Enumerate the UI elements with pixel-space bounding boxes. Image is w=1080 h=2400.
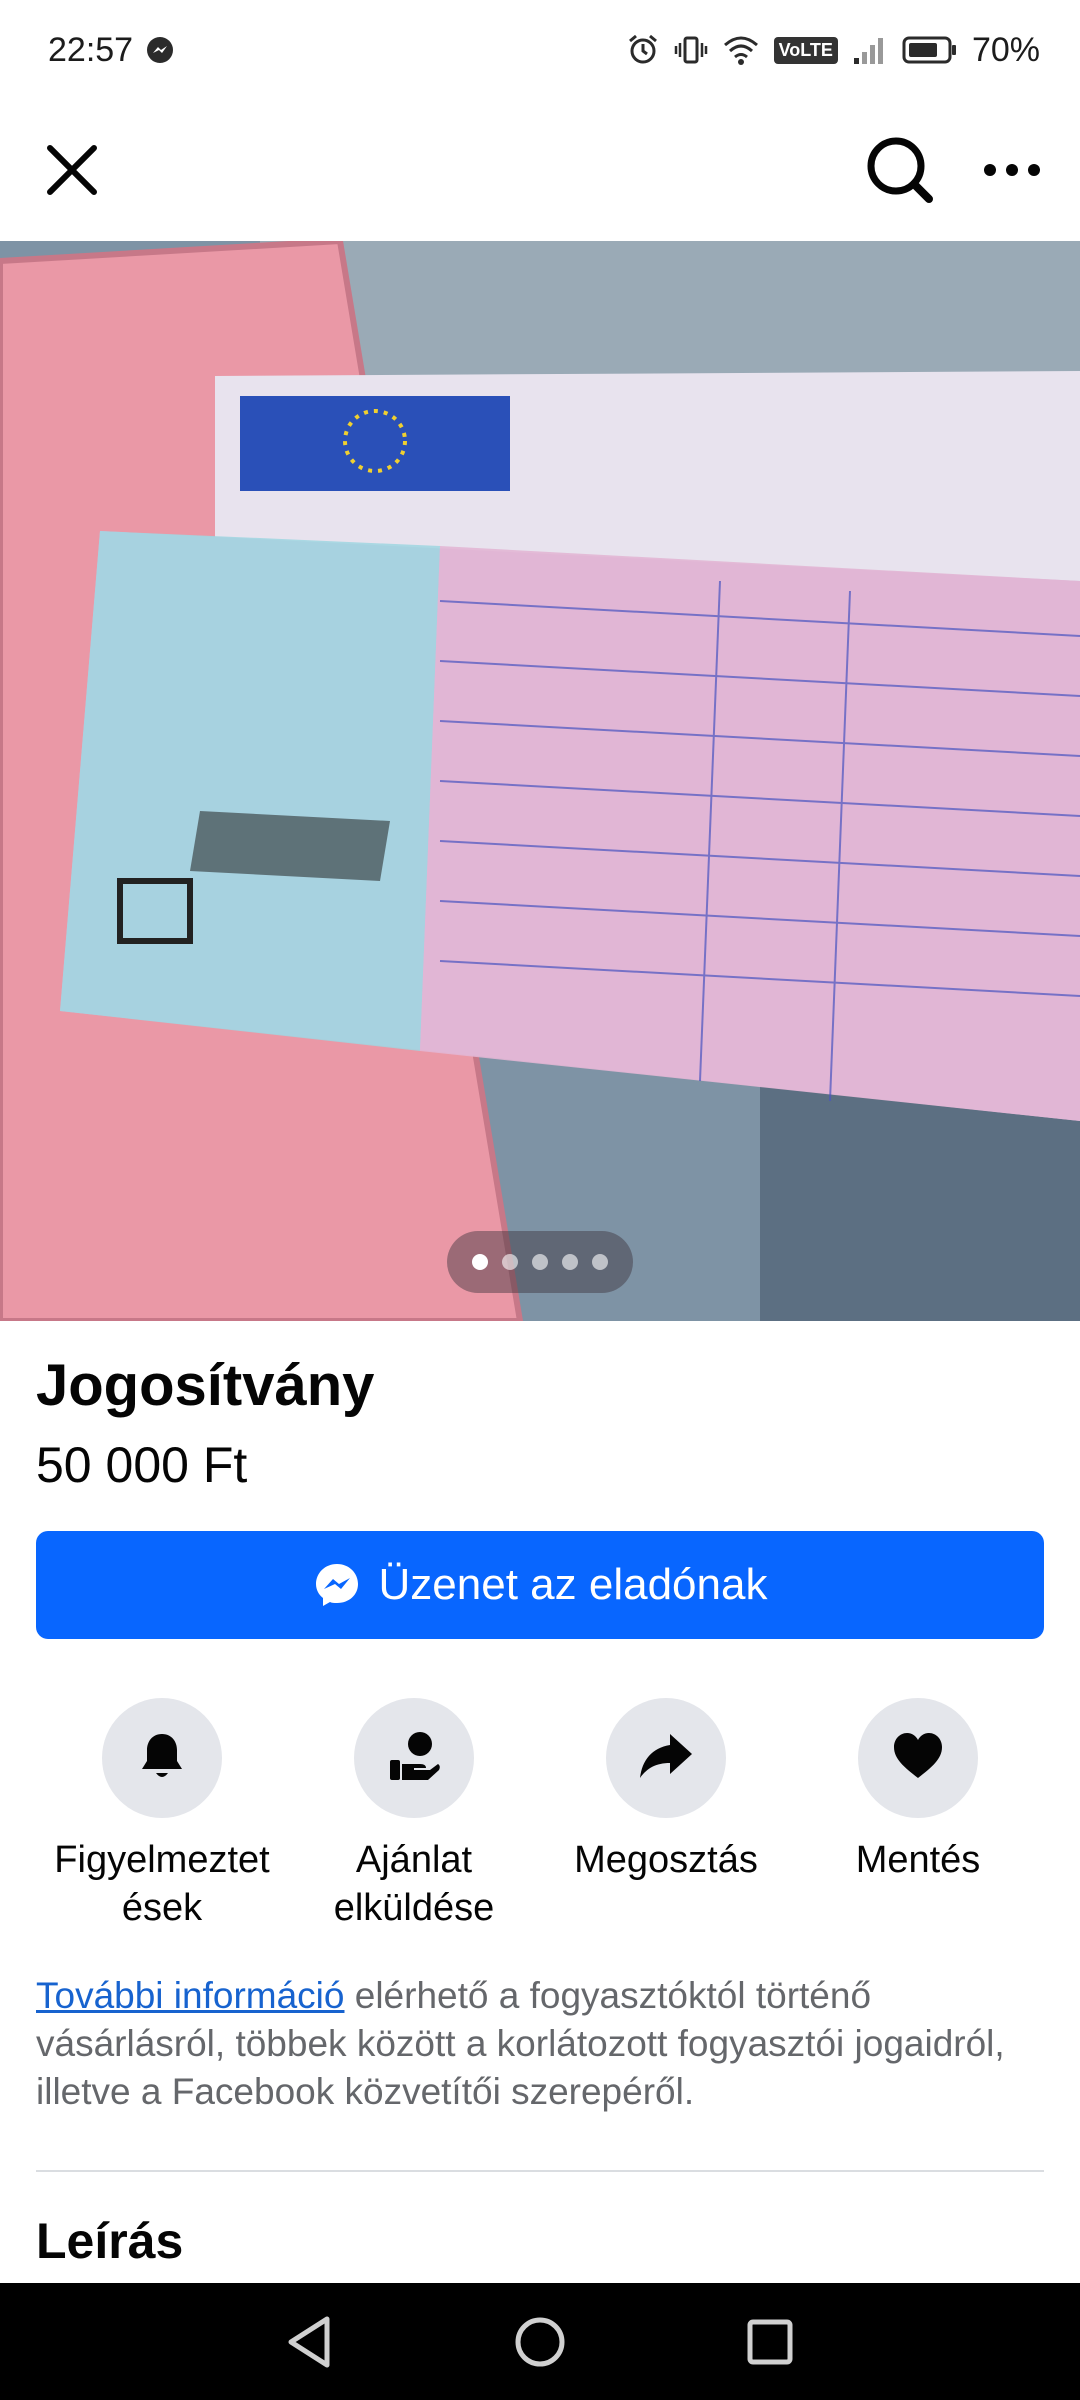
pager-dot: [472, 1254, 488, 1270]
action-icon-circle: [606, 1698, 726, 1818]
share-label: Megosztás: [574, 1839, 758, 1881]
message-seller-label: Üzenet az eladónak: [378, 1560, 768, 1609]
messenger-icon: [313, 1561, 361, 1609]
action-icon-circle: [858, 1698, 978, 1818]
top-nav: [0, 100, 1080, 240]
more-info-link[interactable]: További információ: [36, 1975, 344, 2016]
messenger-icon: [145, 35, 175, 65]
pager-dot: [562, 1254, 578, 1270]
send-offer-button[interactable]: Ajánlat elküldése: [288, 1698, 540, 1932]
heart-icon: [890, 1728, 946, 1789]
vibrate-icon: [674, 33, 708, 67]
volte-badge: VoLTE: [773, 36, 838, 64]
battery-percent: 70%: [971, 30, 1040, 69]
status-left: 22:57: [48, 31, 175, 70]
send-offer-label: Ajánlat elküldése: [333, 1839, 495, 1929]
battery-icon: [902, 35, 958, 65]
alarm-icon: [626, 33, 660, 67]
listing-price: 50 000 Ft: [36, 1437, 248, 1493]
product-photo[interactable]: [0, 241, 1080, 1321]
drivers-license-image: [0, 241, 1080, 1321]
consumer-info-text: További információ elérhető a fogyasztók…: [36, 1972, 1046, 2116]
more-icon[interactable]: [976, 134, 1048, 206]
gallery-pager: [447, 1231, 633, 1293]
description-heading: Leírás: [36, 2213, 184, 2269]
status-right: VoLTE 70%: [626, 31, 1040, 70]
divider: [36, 2170, 1044, 2172]
alerts-label: Figyelmeztet ések: [54, 1839, 270, 1929]
message-seller-button[interactable]: Üzenet az eladónak: [36, 1531, 1044, 1639]
save-button[interactable]: Mentés: [792, 1698, 1044, 1932]
listing-title: Jogosítvány: [36, 1353, 375, 1418]
wifi-icon: [722, 33, 760, 67]
signal-icon: [852, 34, 888, 66]
action-icon-circle: [102, 1698, 222, 1818]
back-icon[interactable]: [270, 2302, 350, 2382]
pager-dot: [502, 1254, 518, 1270]
nav-actions: [864, 134, 1048, 206]
status-bar: 22:57 VoLTE 70%: [0, 0, 1080, 100]
pager-dot: [532, 1254, 548, 1270]
recents-icon[interactable]: [730, 2302, 810, 2382]
action-icon-circle: [354, 1698, 474, 1818]
search-icon[interactable]: [864, 134, 936, 206]
share-icon: [636, 1726, 696, 1791]
home-icon[interactable]: [500, 2302, 580, 2382]
save-label: Mentés: [855, 1839, 981, 1881]
status-time: 22:57: [48, 30, 134, 69]
close-icon[interactable]: [36, 134, 108, 206]
bell-icon: [134, 1728, 190, 1789]
android-nav-bar: [0, 2283, 1080, 2400]
offer-hand-icon: [384, 1726, 444, 1791]
pager-dot: [592, 1254, 608, 1270]
action-row: Figyelmeztet ések Ajánlat elküldése Mego…: [0, 1698, 1080, 1932]
alerts-button[interactable]: Figyelmeztet ések: [36, 1698, 288, 1932]
share-button[interactable]: Megosztás: [540, 1698, 792, 1932]
